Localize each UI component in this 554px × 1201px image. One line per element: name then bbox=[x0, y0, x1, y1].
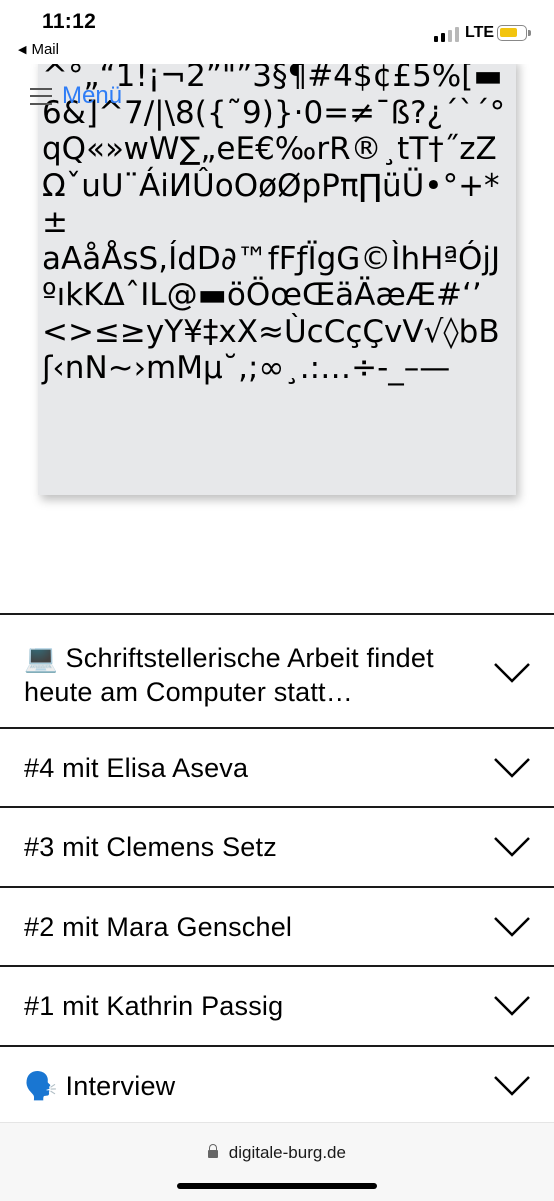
chevron-down-icon bbox=[494, 996, 530, 1016]
chevron-down-icon bbox=[494, 1076, 530, 1096]
chevron-down-icon bbox=[494, 663, 530, 683]
accordion-item-label: #3 mit Clemens Setz bbox=[24, 832, 277, 862]
chevron-down-icon bbox=[494, 837, 530, 857]
accordion-item-computer[interactable]: 💻 Schriftstellerische Arbeit findet heut… bbox=[0, 613, 554, 727]
accordion-item-clemens-setz[interactable]: #3 mit Clemens Setz bbox=[0, 806, 554, 886]
accordion-item-interview[interactable]: 🗣️ Interview bbox=[0, 1045, 554, 1125]
back-to-mail-link[interactable]: ◀ Mail bbox=[18, 41, 59, 58]
status-time: 11:12 bbox=[42, 10, 97, 33]
hamburger-icon bbox=[30, 87, 52, 105]
chevron-down-icon bbox=[494, 917, 530, 937]
network-type: LTE bbox=[465, 24, 495, 41]
back-app-label: Mail bbox=[31, 41, 59, 58]
accordion-item-mara-genschel[interactable]: #2 mit Mara Genschel bbox=[0, 886, 554, 965]
accordion-item-label: Schriftstellerische Arbeit findet heute … bbox=[24, 643, 434, 707]
accordion-item-label: #2 mit Mara Genschel bbox=[24, 912, 293, 942]
menu-button[interactable]: Menü bbox=[30, 82, 122, 110]
url-text: digitale-burg.de bbox=[228, 1143, 346, 1162]
status-bar: 11:12 ◀ Mail LTE bbox=[0, 0, 554, 64]
lock-icon bbox=[208, 1144, 219, 1158]
accordion-item-kathrin-passig[interactable]: #1 mit Kathrin Passig bbox=[0, 965, 554, 1045]
battery-icon bbox=[497, 25, 531, 41]
back-arrow-icon: ◀ bbox=[18, 44, 27, 56]
accordion-item-label: Interview bbox=[65, 1071, 176, 1101]
browser-url-bar[interactable]: digitale-burg.de bbox=[0, 1122, 554, 1201]
accordion-item-elisa-aseva[interactable]: #4 mit Elisa Aseva bbox=[0, 727, 554, 806]
speaking-head-icon: 🗣️ bbox=[24, 1071, 58, 1101]
chevron-down-icon bbox=[494, 758, 530, 778]
signal-icon bbox=[434, 25, 459, 42]
accordion-item-label: #4 mit Elisa Aseva bbox=[24, 753, 249, 783]
accordion-item-label: #1 mit Kathrin Passig bbox=[24, 991, 284, 1021]
menu-label: Menü bbox=[62, 82, 123, 109]
accordion-list: 💻 Schriftstellerische Arbeit findet heut… bbox=[0, 613, 554, 1125]
laptop-icon: 💻 bbox=[24, 643, 58, 673]
home-indicator[interactable] bbox=[177, 1183, 377, 1189]
glyph-image-card: ^°„“1!¡¬2”"”3§¶#4$¢£5%[▬6&]^7/|\8({˜9)}·… bbox=[38, 58, 516, 495]
